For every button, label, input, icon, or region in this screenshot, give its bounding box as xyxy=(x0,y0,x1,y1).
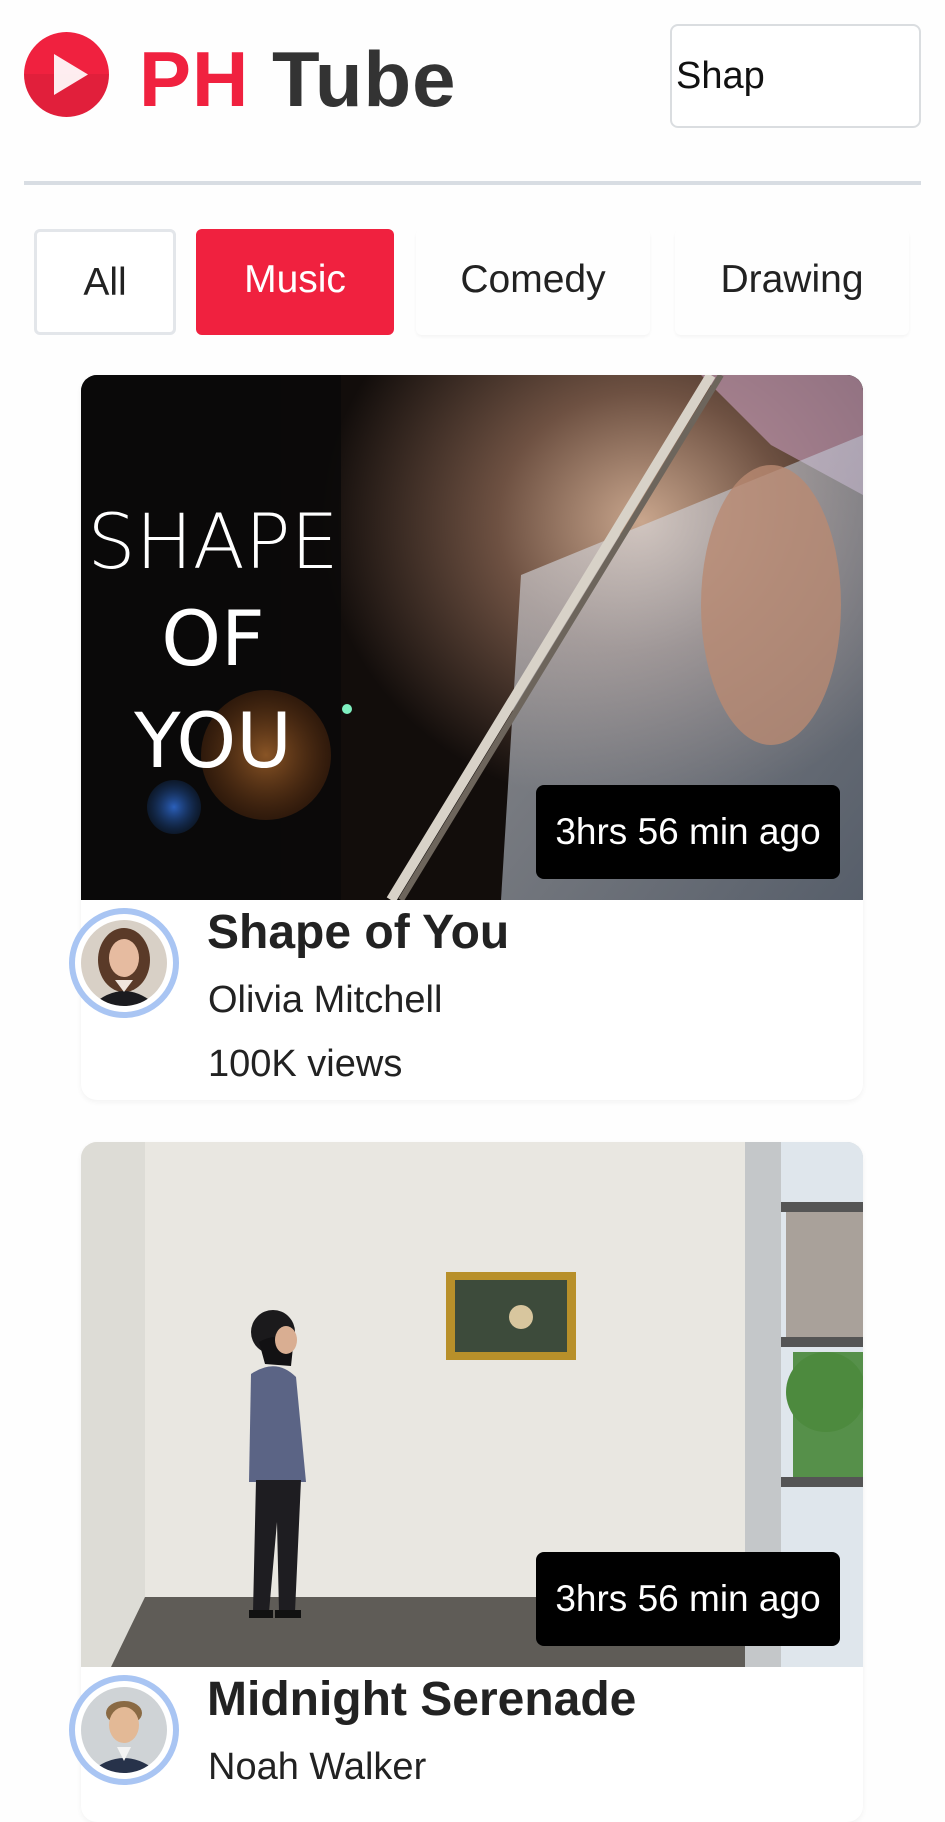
tab-music[interactable]: Music xyxy=(196,229,394,335)
thumbnail-text-line: YOU xyxy=(133,696,292,785)
logo-name: Tube xyxy=(272,35,457,123)
video-title[interactable]: Shape of You xyxy=(207,905,509,960)
tab-all[interactable]: All xyxy=(34,229,176,335)
category-tabs: All Music Comedy Drawing xyxy=(34,229,914,335)
thumbnail-text-line: OF xyxy=(161,594,265,683)
view-count: 100K views xyxy=(208,1043,403,1085)
video-card[interactable]: SHAPE OF YOU 3hrs 56 min ago Shape of Yo… xyxy=(69,375,863,1100)
thumbnail-text-line: SHAPE xyxy=(87,497,338,586)
avatar-image xyxy=(81,1687,167,1773)
play-logo-icon[interactable] xyxy=(24,32,109,117)
video-card[interactable]: 3hrs 56 min ago Midnight Serenade Noah W… xyxy=(69,1142,863,1822)
channel-avatar[interactable] xyxy=(69,908,179,1018)
app-logo-text[interactable]: PH Tube xyxy=(139,36,457,122)
video-thumbnail[interactable]: SHAPE OF YOU 3hrs 56 min ago xyxy=(81,375,863,900)
avatar-image xyxy=(81,920,167,1006)
video-title[interactable]: Midnight Serenade xyxy=(207,1672,636,1727)
posted-time-badge: 3hrs 56 min ago xyxy=(536,785,840,879)
video-thumbnail[interactable]: 3hrs 56 min ago xyxy=(81,1142,863,1667)
channel-name[interactable]: Noah Walker xyxy=(208,1746,426,1789)
tab-comedy[interactable]: Comedy xyxy=(416,229,650,335)
app-header: PH Tube xyxy=(24,0,921,185)
channel-avatar[interactable] xyxy=(69,1675,179,1785)
posted-time-badge: 3hrs 56 min ago xyxy=(536,1552,840,1646)
tab-drawing[interactable]: Drawing xyxy=(675,229,909,335)
logo-brand: PH xyxy=(139,35,250,123)
channel-name[interactable]: Olivia Mitchell xyxy=(208,979,442,1022)
search-input[interactable] xyxy=(670,24,921,128)
